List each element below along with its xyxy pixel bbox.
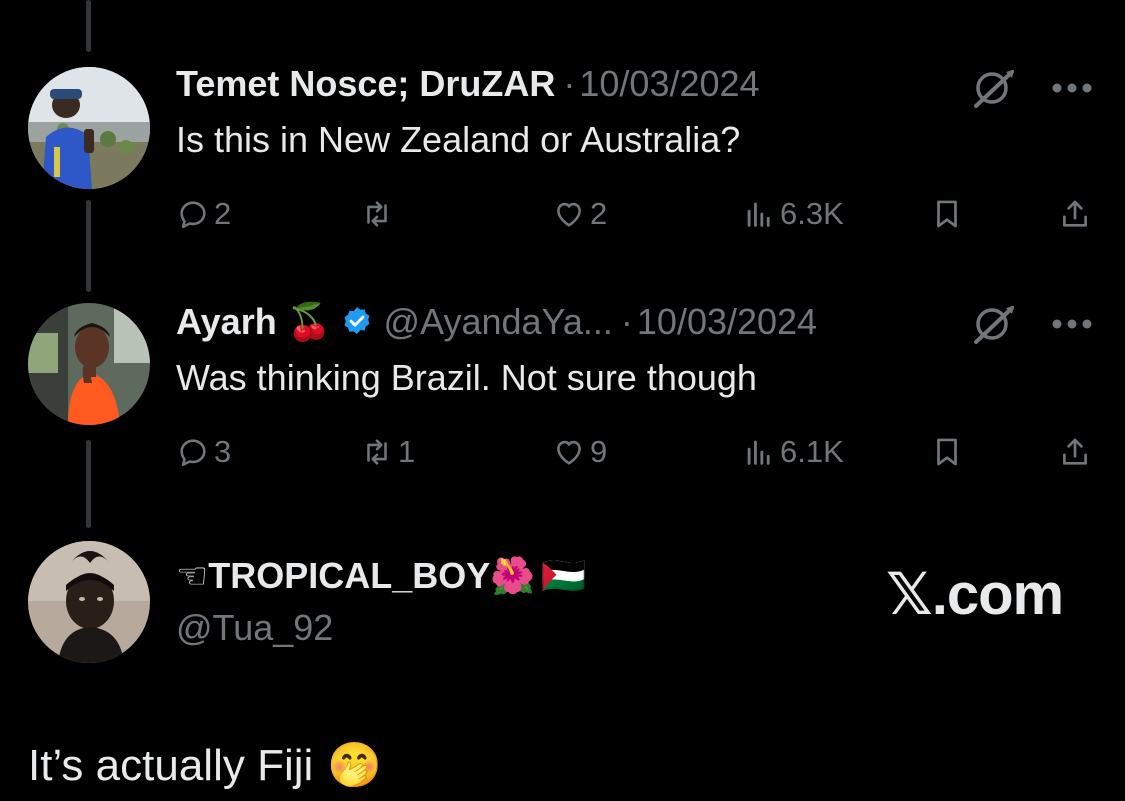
repost-button[interactable]: 1 [360,432,415,472]
views-icon [747,202,770,227]
share-icon [1063,200,1087,227]
hibiscus-emoji: 🌺 [490,555,536,596]
avatar[interactable] [28,541,150,663]
views-button[interactable]: 6.3K [742,194,844,234]
avatar-image [28,303,150,425]
avatar[interactable] [28,303,150,425]
reply-text: Was thinking Brazil. Not sure though [176,357,757,398]
grok-icon[interactable] [968,302,1020,346]
like-count: 9 [590,434,608,469]
avatar[interactable] [28,67,150,189]
post-header: ☜ TROPICAL_BOY 🌺 🇵🇸 [176,554,586,598]
post-text: It’s actually Fiji 🤭 [28,738,382,794]
more-icon[interactable] [1046,304,1098,344]
share-button[interactable] [1058,194,1092,234]
bookmark-button[interactable] [930,432,964,472]
avatar-image [28,541,150,663]
post-date[interactable]: 10/03/2024 [579,62,759,106]
bookmark-icon [937,200,957,228]
verified-badge-icon [340,305,374,339]
display-name[interactable]: Ayarh [176,300,277,344]
display-name[interactable]: TROPICAL_BOY [208,554,490,598]
cherries-emoji: 🍒 [286,301,332,342]
share-button[interactable] [1058,432,1092,472]
like-icon [557,202,581,227]
view-count: 6.3K [780,196,844,231]
bookmark-icon [937,438,957,466]
repost-button[interactable] [360,194,398,234]
display-name-prefix: ☜ [176,555,209,596]
palestine-flag-emoji: 🇵🇸 [541,555,586,596]
reply-icon [180,439,206,467]
like-icon [557,440,581,465]
reply-count: 2 [214,196,232,231]
like-button[interactable]: 9 [552,432,607,472]
user-handle[interactable]: @AyandaYa... [384,300,613,344]
post-text-content: It’s actually Fiji [28,741,314,790]
watermark: 𝕏.com [886,562,1064,627]
like-button[interactable]: 2 [552,194,607,234]
like-count: 2 [590,196,608,231]
separator-dot: · [563,63,576,104]
reply-header: Ayarh 🍒 @AyandaYa... · 10/03/2024 [176,300,817,344]
display-name[interactable]: Temet Nosce; DruZAR [176,62,555,106]
user-handle[interactable]: @Tua_92 [176,606,333,650]
thread-line-mid-1 [86,200,91,292]
views-icon [747,440,770,465]
thread-line-top [86,0,91,52]
share-icon [1063,438,1087,465]
grok-icon[interactable] [968,66,1020,110]
reply-icon [180,201,206,229]
reply-button[interactable]: 3 [176,432,231,472]
avatar-image [28,67,150,189]
more-icon[interactable] [1046,68,1098,108]
reply-count: 3 [214,434,232,469]
thread-line-mid-2 [86,440,91,528]
face-with-hand-over-mouth-emoji: 🤭 [327,741,383,790]
views-button[interactable]: 6.1K [742,432,844,472]
repost-icon [367,201,387,227]
bookmark-button[interactable] [930,194,964,234]
view-count: 6.1K [780,434,844,469]
repost-icon [367,439,387,465]
post-date[interactable]: 10/03/2024 [637,300,817,344]
reply-text: Is this in New Zealand or Australia? [176,119,741,160]
repost-count: 1 [398,434,416,469]
separator-dot: · [620,301,633,342]
reply-button[interactable]: 2 [176,194,231,234]
reply-header: Temet Nosce; DruZAR · 10/03/2024 [176,62,760,106]
